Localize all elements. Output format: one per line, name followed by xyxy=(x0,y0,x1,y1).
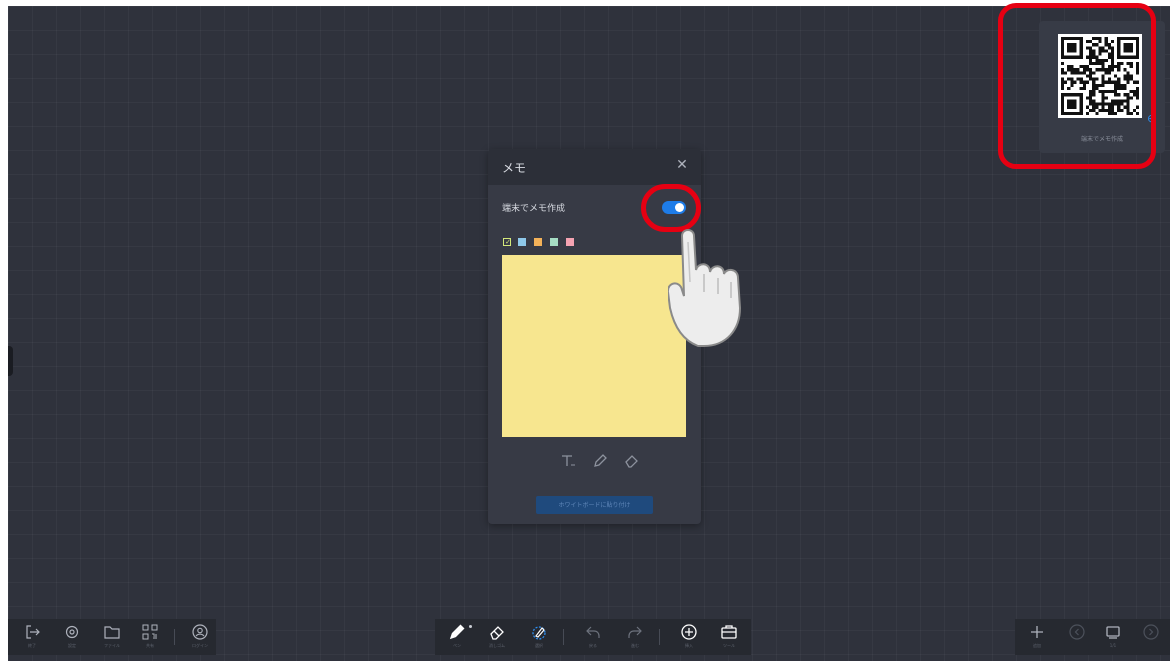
text-icon[interactable] xyxy=(559,452,577,470)
sticky-note-canvas[interactable] xyxy=(502,255,686,437)
swatch-pink[interactable] xyxy=(566,238,574,246)
file-label: ファイル xyxy=(104,643,120,648)
insert-icon xyxy=(681,624,697,640)
eraser-icon xyxy=(490,626,504,640)
whiteboard-canvas[interactable]: メモ ✕ 端末でメモ作成 ✓ ホワイトボードに貼り付け ⊕ 端末でメモ作成 xyxy=(8,6,1170,661)
file-button[interactable]: ファイル xyxy=(100,623,124,653)
swatch-green[interactable]: ✓ xyxy=(503,238,511,246)
settings-label: 設定 xyxy=(68,643,76,648)
pen-tool-button[interactable]: ペン xyxy=(445,623,469,653)
select-tool-button[interactable]: 選択 xyxy=(527,623,551,653)
qr-highlight-frame xyxy=(998,3,1156,169)
device-memo-label: 端末でメモ作成 xyxy=(502,204,566,214)
pen-icon xyxy=(449,624,465,640)
login-label: ログイン xyxy=(192,643,208,648)
toolbar-divider xyxy=(563,629,564,645)
exit-icon xyxy=(26,625,40,639)
toolbar-divider xyxy=(174,629,175,645)
next-page-icon xyxy=(1143,624,1159,640)
eraser-icon[interactable] xyxy=(623,452,641,470)
undo-button[interactable]: 戻る xyxy=(581,623,605,653)
tools-button[interactable]: ツール xyxy=(717,623,741,653)
select-icon xyxy=(532,626,546,640)
swatch-orange[interactable] xyxy=(534,238,542,246)
check-icon: ✓ xyxy=(505,238,511,246)
toolbar-divider xyxy=(659,629,660,645)
toolbar-left: 終了 設定 ファイル 共有 ログイン xyxy=(8,619,216,655)
eraser-label: 消しゴム xyxy=(489,643,505,648)
prev-page-button[interactable] xyxy=(1065,623,1089,653)
exit-label: 終了 xyxy=(28,643,36,648)
share-button[interactable]: 共有 xyxy=(138,623,162,653)
pen-label: ペン xyxy=(453,643,461,648)
insert-button[interactable]: 挿入 xyxy=(677,623,701,653)
undo-label: 戻る xyxy=(589,643,597,648)
eraser-tool-button[interactable]: 消しゴム xyxy=(485,623,509,653)
memo-tools xyxy=(488,452,701,470)
toolbar-right: 追加 1/1 xyxy=(1015,619,1170,655)
hand-pointer-icon xyxy=(668,229,742,347)
add-page-label: 追加 xyxy=(1033,643,1041,648)
redo-icon xyxy=(628,626,642,638)
redo-label: 進む xyxy=(631,643,639,648)
settings-icon xyxy=(65,625,79,639)
select-label: 選択 xyxy=(535,643,543,648)
next-page-button[interactable] xyxy=(1139,623,1163,653)
prev-page-icon xyxy=(1069,624,1085,640)
login-button[interactable]: ログイン xyxy=(188,623,212,653)
redo-button[interactable]: 進む xyxy=(623,623,647,653)
settings-button[interactable]: 設定 xyxy=(60,623,84,653)
add-page-icon xyxy=(1031,626,1043,638)
pages-button[interactable]: 1/1 xyxy=(1101,623,1125,653)
undo-icon xyxy=(586,626,600,638)
side-panel-handle[interactable] xyxy=(8,346,13,376)
insert-label: 挿入 xyxy=(685,643,693,648)
toolbar-center: ペン 消しゴム 選択 戻る 進む 挿入 ツール xyxy=(435,619,751,655)
tools-icon xyxy=(721,625,737,639)
folder-icon xyxy=(104,626,120,639)
tools-label: ツール xyxy=(723,643,735,648)
pages-icon xyxy=(1106,626,1120,639)
swatch-blue[interactable] xyxy=(518,238,526,246)
swatch-mint[interactable] xyxy=(550,238,558,246)
add-page-button[interactable]: 追加 xyxy=(1025,623,1049,653)
qr-icon xyxy=(142,624,158,640)
account-icon xyxy=(192,624,208,640)
memo-title: メモ xyxy=(502,161,527,175)
pen-icon[interactable] xyxy=(591,452,609,470)
memo-header: メモ ✕ xyxy=(488,149,701,185)
paste-to-whiteboard-button[interactable]: ホワイトボードに貼り付け xyxy=(536,496,653,514)
close-icon[interactable]: ✕ xyxy=(673,156,691,174)
page-counter: 1/1 xyxy=(1109,643,1117,648)
share-label: 共有 xyxy=(146,643,154,648)
pen-color-dot xyxy=(469,625,472,628)
exit-button[interactable]: 終了 xyxy=(20,623,44,653)
